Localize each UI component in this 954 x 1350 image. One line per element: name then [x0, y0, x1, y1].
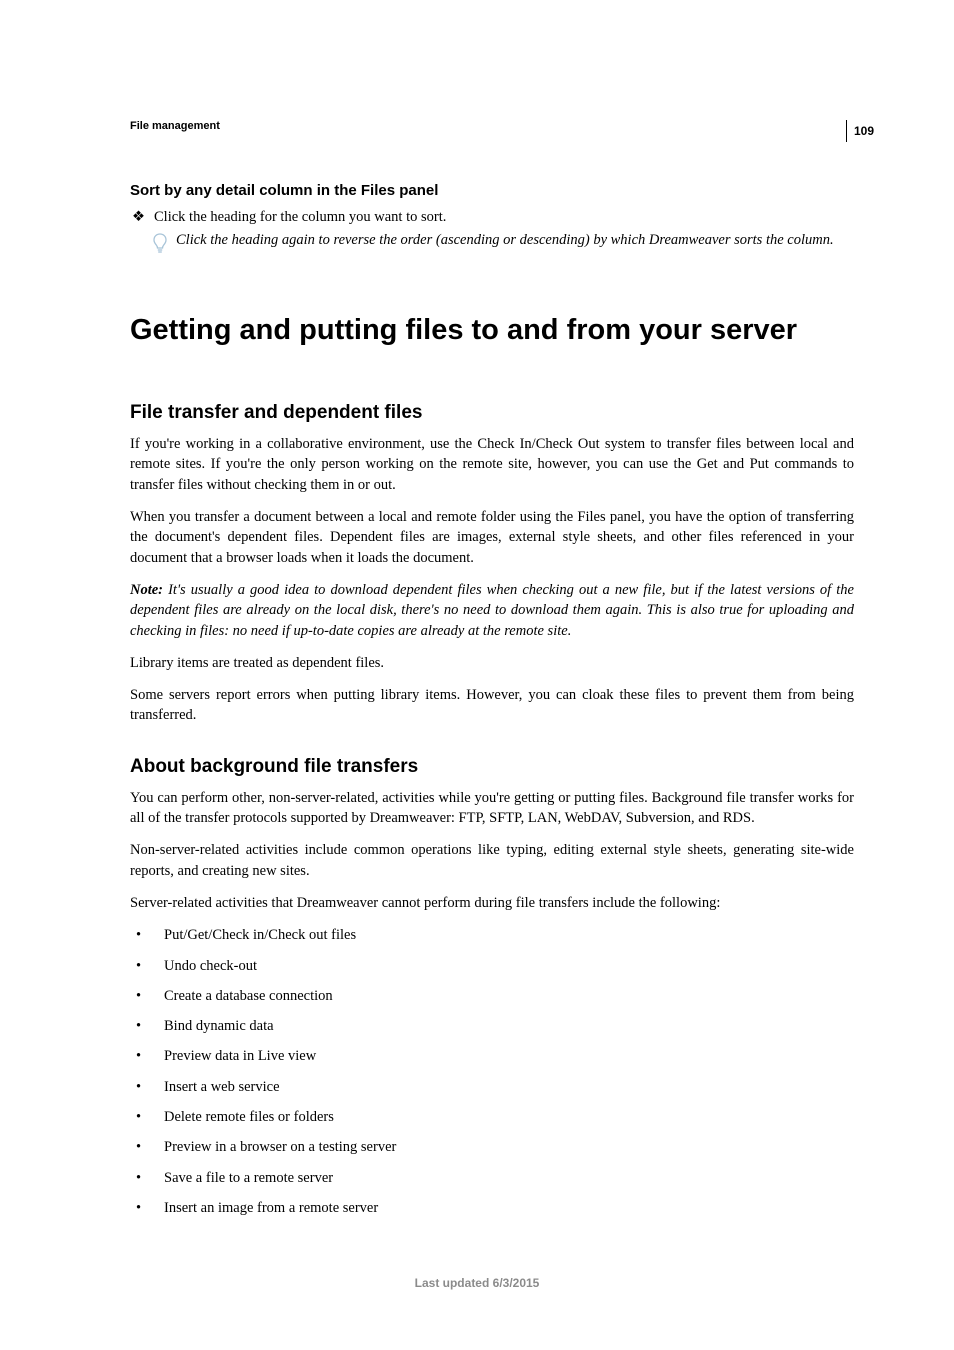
- list-item: •Undo check-out: [130, 956, 854, 976]
- bullet-dot-icon: •: [130, 1046, 164, 1066]
- bullet-marker: ❖: [130, 207, 154, 227]
- list-item: •Put/Get/Check in/Check out files: [130, 925, 854, 945]
- bullet-item: ❖ Click the heading for the column you w…: [130, 207, 854, 227]
- footer-last-updated: Last updated 6/3/2015: [0, 1276, 954, 1290]
- list-item-text: Save a file to a remote server: [164, 1168, 333, 1188]
- list-item-text: Put/Get/Check in/Check out files: [164, 925, 356, 945]
- bullet-text: Click the heading for the column you wan…: [154, 207, 446, 227]
- list-item-text: Preview data in Live view: [164, 1046, 316, 1066]
- lightbulb-icon: [152, 233, 172, 255]
- bullet-dot-icon: •: [130, 1137, 164, 1157]
- list-item-text: Delete remote files or folders: [164, 1107, 334, 1127]
- paragraph: Library items are treated as dependent f…: [130, 653, 854, 673]
- bullet-dot-icon: •: [130, 986, 164, 1006]
- heading-main: Getting and putting files to and from yo…: [130, 315, 854, 347]
- list-item: •Bind dynamic data: [130, 1016, 854, 1036]
- list-item: •Preview data in Live view: [130, 1046, 854, 1066]
- paragraph: If you're working in a collaborative env…: [130, 434, 854, 495]
- list-item: •Save a file to a remote server: [130, 1168, 854, 1188]
- note: Note: It's usually a good idea to downlo…: [130, 580, 854, 641]
- paragraph: Server-related activities that Dreamweav…: [130, 893, 854, 913]
- list-item: •Insert an image from a remote server: [130, 1198, 854, 1218]
- bullet-dot-icon: •: [130, 956, 164, 976]
- page-number: 109: [846, 120, 874, 142]
- bullet-dot-icon: •: [130, 925, 164, 945]
- tip-text: Click the heading again to reverse the o…: [176, 231, 834, 251]
- bullet-dot-icon: •: [130, 1077, 164, 1097]
- heading-background: About background file transfers: [130, 756, 854, 778]
- list-item-text: Create a database connection: [164, 986, 333, 1006]
- paragraph: Non-server-related activities include co…: [130, 840, 854, 881]
- bullet-dot-icon: •: [130, 1016, 164, 1036]
- bullet-dot-icon: •: [130, 1168, 164, 1188]
- paragraph: Some servers report errors when putting …: [130, 685, 854, 726]
- list-item: •Insert a web service: [130, 1077, 854, 1097]
- paragraph: You can perform other, non-server-relate…: [130, 788, 854, 829]
- list-item-text: Insert an image from a remote server: [164, 1198, 378, 1218]
- activity-list: •Put/Get/Check in/Check out files •Undo …: [130, 925, 854, 1218]
- bullet-dot-icon: •: [130, 1107, 164, 1127]
- note-label: Note:: [130, 582, 168, 598]
- list-item-text: Undo check-out: [164, 956, 257, 976]
- running-head: File management: [130, 120, 854, 132]
- bullet-dot-icon: •: [130, 1198, 164, 1218]
- list-item-text: Insert a web service: [164, 1077, 280, 1097]
- tip: Click the heading again to reverse the o…: [152, 231, 854, 255]
- page-number-text: 109: [854, 124, 874, 138]
- list-item-text: Preview in a browser on a testing server: [164, 1137, 396, 1157]
- list-item: •Create a database connection: [130, 986, 854, 1006]
- heading-transfer: File transfer and dependent files: [130, 402, 854, 424]
- list-item: •Delete remote files or folders: [130, 1107, 854, 1127]
- list-item: •Preview in a browser on a testing serve…: [130, 1137, 854, 1157]
- paragraph: When you transfer a document between a l…: [130, 507, 854, 568]
- heading-sort: Sort by any detail column in the Files p…: [130, 182, 854, 199]
- list-item-text: Bind dynamic data: [164, 1016, 274, 1036]
- note-text: It's usually a good idea to download dep…: [130, 582, 854, 639]
- document-page: 109 File management Sort by any detail c…: [0, 0, 954, 1350]
